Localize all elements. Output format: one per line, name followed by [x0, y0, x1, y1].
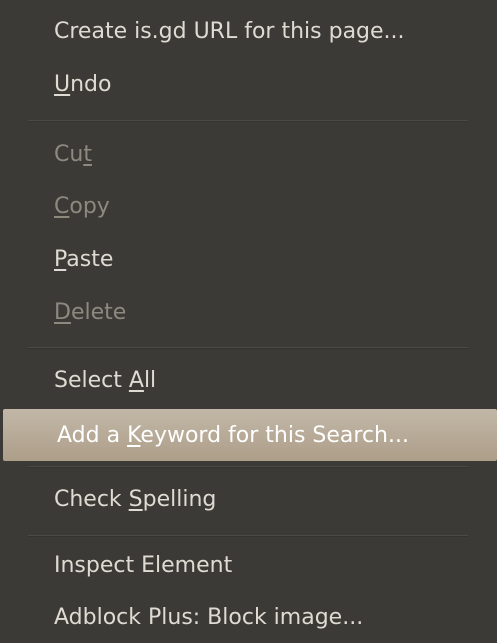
- menu-item-label: Create is.gd URL for this page...: [54, 18, 405, 44]
- menu-item-label: Cut: [54, 141, 92, 167]
- menu-item-label: Paste: [54, 246, 114, 272]
- menu-item-label: Copy: [54, 193, 110, 219]
- menu-item-create-isgd-url[interactable]: Create is.gd URL for this page...: [0, 5, 497, 57]
- menu-item-add-keyword[interactable]: Add a Keyword for this Search...: [3, 409, 497, 461]
- menu-item-label: Inspect Element: [54, 552, 233, 578]
- menu-item-check-spelling[interactable]: Check Spelling: [0, 473, 497, 525]
- menu-item-label: Select All: [54, 367, 157, 393]
- menu-item-select-all[interactable]: Select All: [0, 354, 497, 406]
- menu-item-label: Undo: [54, 71, 112, 97]
- menu-separator: [28, 120, 468, 122]
- menu-separator: [28, 535, 468, 537]
- menu-item-inspect-element[interactable]: Inspect Element: [0, 539, 497, 591]
- menu-item-label: Delete: [54, 299, 127, 325]
- menu-item-label: Check Spelling: [54, 486, 217, 512]
- context-menu: Create is.gd URL for this page... Undo C…: [0, 0, 497, 643]
- menu-item-cut[interactable]: Cut: [0, 128, 497, 180]
- menu-item-paste[interactable]: Paste: [0, 233, 497, 285]
- menu-separator: [28, 347, 468, 349]
- menu-separator: [28, 466, 468, 468]
- menu-item-adblock-block-image[interactable]: Adblock Plus: Block image...: [0, 591, 497, 643]
- menu-item-label: Adblock Plus: Block image...: [54, 604, 364, 630]
- menu-item-delete[interactable]: Delete: [0, 286, 497, 338]
- menu-item-copy[interactable]: Copy: [0, 180, 497, 232]
- menu-item-label: Add a Keyword for this Search...: [57, 422, 409, 448]
- menu-item-undo[interactable]: Undo: [0, 58, 497, 110]
